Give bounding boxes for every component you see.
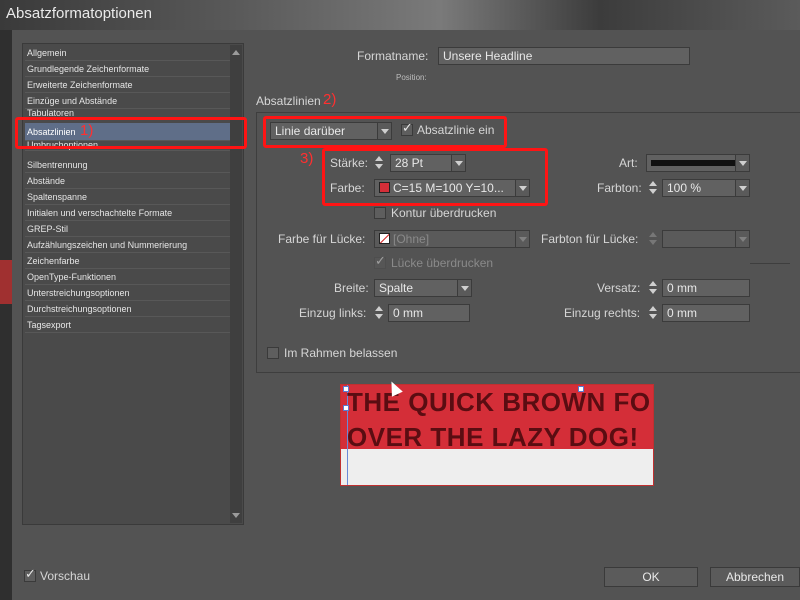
einzug-links-input[interactable]: 0 mm bbox=[388, 304, 470, 322]
sidebar-item-tagsexport[interactable]: Tagsexport bbox=[25, 317, 231, 333]
category-list[interactable]: Allgemein Grundlegende Zeichenformate Er… bbox=[22, 43, 244, 525]
frame-handle[interactable] bbox=[343, 386, 349, 392]
luecke-ueberdrucken-checkbox[interactable] bbox=[374, 254, 386, 269]
im-rahmen-belassen-label: Im Rahmen belassen bbox=[284, 346, 398, 360]
art-dropdown[interactable] bbox=[646, 154, 750, 172]
cancel-button[interactable]: Abbrechen bbox=[710, 567, 800, 587]
chevron-down-icon bbox=[457, 280, 471, 296]
farbe-fuer-luecke-dropdown[interactable]: [Ohne] bbox=[374, 230, 530, 248]
sidebar-item-zeichenfarbe[interactable]: Zeichenfarbe bbox=[25, 253, 231, 269]
einzug-rechts-stepper[interactable] bbox=[648, 304, 659, 322]
chevron-down-icon bbox=[735, 231, 749, 247]
chevron-down-icon bbox=[735, 155, 749, 171]
annotation-box-3 bbox=[322, 148, 548, 206]
group-border-left bbox=[256, 112, 257, 372]
section-title: Absatzlinien bbox=[256, 94, 321, 108]
sidebar-item-durchstreichung[interactable]: Durchstreichungsoptionen bbox=[25, 301, 231, 317]
farbe-fuer-luecke-label: Farbe für Lücke: bbox=[278, 232, 366, 246]
position-label: Position: bbox=[396, 73, 427, 82]
group-border-bottom bbox=[256, 372, 800, 373]
sidebar-item-opentype[interactable]: OpenType-Funktionen bbox=[25, 269, 231, 285]
sidebar-item-silbentrennung[interactable]: Silbentrennung bbox=[25, 157, 231, 173]
line-style-preview bbox=[651, 160, 735, 166]
breite-value: Spalte bbox=[379, 281, 414, 295]
farbe-fuer-luecke-value: [Ohne] bbox=[393, 232, 430, 246]
vorschau-label: Vorschau bbox=[40, 569, 91, 583]
breite-dropdown[interactable]: Spalte bbox=[374, 279, 472, 297]
divider bbox=[750, 263, 790, 264]
window-title: Absatzformatoptionen bbox=[6, 5, 152, 22]
formatname-label: Formatname: bbox=[357, 49, 429, 63]
annotation-box-1 bbox=[15, 117, 247, 149]
chevron-down-icon bbox=[735, 180, 749, 196]
formatname-input[interactable]: Unsere Headline bbox=[438, 47, 690, 65]
sidebar-item-grep-stil[interactable]: GREP-Stil bbox=[25, 221, 231, 237]
annotation-label-1: 1) bbox=[80, 122, 94, 139]
ok-button[interactable]: OK bbox=[604, 567, 698, 587]
kontur-ueberdrucken-label: Kontur überdrucken bbox=[391, 206, 497, 220]
sidebar-item-grundlegende-zeichenformate[interactable]: Grundlegende Zeichenformate bbox=[25, 61, 231, 77]
sidebar-item-allgemein[interactable]: Allgemein bbox=[25, 45, 231, 61]
sidebar-item-initialen[interactable]: Initialen und verschachtelte Formate bbox=[25, 205, 231, 221]
none-color-icon bbox=[379, 233, 390, 244]
preview-area: THE QUICK BROWN FO OVER THE LAZY DOG! bbox=[340, 384, 654, 486]
scroll-down-icon[interactable] bbox=[232, 513, 240, 518]
versatz-input[interactable]: 0 mm bbox=[662, 279, 750, 297]
einzug-rechts-input[interactable]: 0 mm bbox=[662, 304, 750, 322]
einzug-rechts-label: Einzug rechts: bbox=[564, 306, 641, 320]
scroll-up-icon[interactable] bbox=[232, 50, 240, 55]
sidebar-item-abstaende[interactable]: Abstände bbox=[25, 173, 231, 189]
versatz-stepper[interactable] bbox=[648, 279, 659, 297]
kontur-ueberdrucken-checkbox[interactable] bbox=[374, 207, 386, 219]
farbton-fuer-luecke-label: Farbton für Lücke: bbox=[541, 232, 639, 246]
sidebar-item-unterstreichung[interactable]: Unterstreichungsoptionen bbox=[25, 285, 231, 301]
chevron-down-icon bbox=[515, 231, 529, 247]
breite-label: Breite: bbox=[334, 281, 369, 295]
einzug-links-stepper[interactable] bbox=[374, 304, 385, 322]
art-label: Art: bbox=[619, 156, 638, 170]
farbton-fuer-luecke-stepper[interactable] bbox=[648, 230, 659, 248]
preview-text-line-2: OVER THE LAZY DOG! bbox=[347, 422, 639, 452]
frame-handle[interactable] bbox=[578, 386, 584, 392]
annotation-label-3: 3) bbox=[300, 150, 314, 167]
luecke-ueberdrucken-label: Lücke überdrucken bbox=[391, 256, 494, 270]
sidebar-item-einzuege-und-abstaende[interactable]: Einzüge und Abstände bbox=[25, 93, 231, 109]
einzug-links-label: Einzug links: bbox=[299, 306, 367, 320]
farbton-label: Farbton: bbox=[597, 181, 642, 195]
farbton-dropdown[interactable]: 100 % bbox=[662, 179, 750, 197]
vorschau-checkbox[interactable] bbox=[24, 567, 36, 582]
farbton-fuer-luecke-dropdown[interactable] bbox=[662, 230, 750, 248]
section-divider bbox=[256, 112, 800, 113]
annotation-box-2 bbox=[263, 116, 507, 148]
annotation-label-2: 2) bbox=[323, 91, 337, 108]
title-bar: Absatzformatoptionen bbox=[0, 0, 800, 30]
farbton-stepper[interactable] bbox=[648, 179, 659, 197]
farbton-value: 100 % bbox=[667, 181, 702, 195]
background-strip bbox=[0, 30, 12, 600]
im-rahmen-belassen-checkbox[interactable] bbox=[267, 347, 279, 359]
versatz-label: Versatz: bbox=[597, 281, 641, 295]
sidebar-item-spaltenspanne[interactable]: Spaltenspanne bbox=[25, 189, 231, 205]
sidebar-item-aufzaehlung[interactable]: Aufzählungszeichen und Nummerierung bbox=[25, 237, 231, 253]
sidebar-item-erweiterte-zeichenformate[interactable]: Erweiterte Zeichenformate bbox=[25, 77, 231, 93]
frame-handle[interactable] bbox=[343, 405, 349, 411]
